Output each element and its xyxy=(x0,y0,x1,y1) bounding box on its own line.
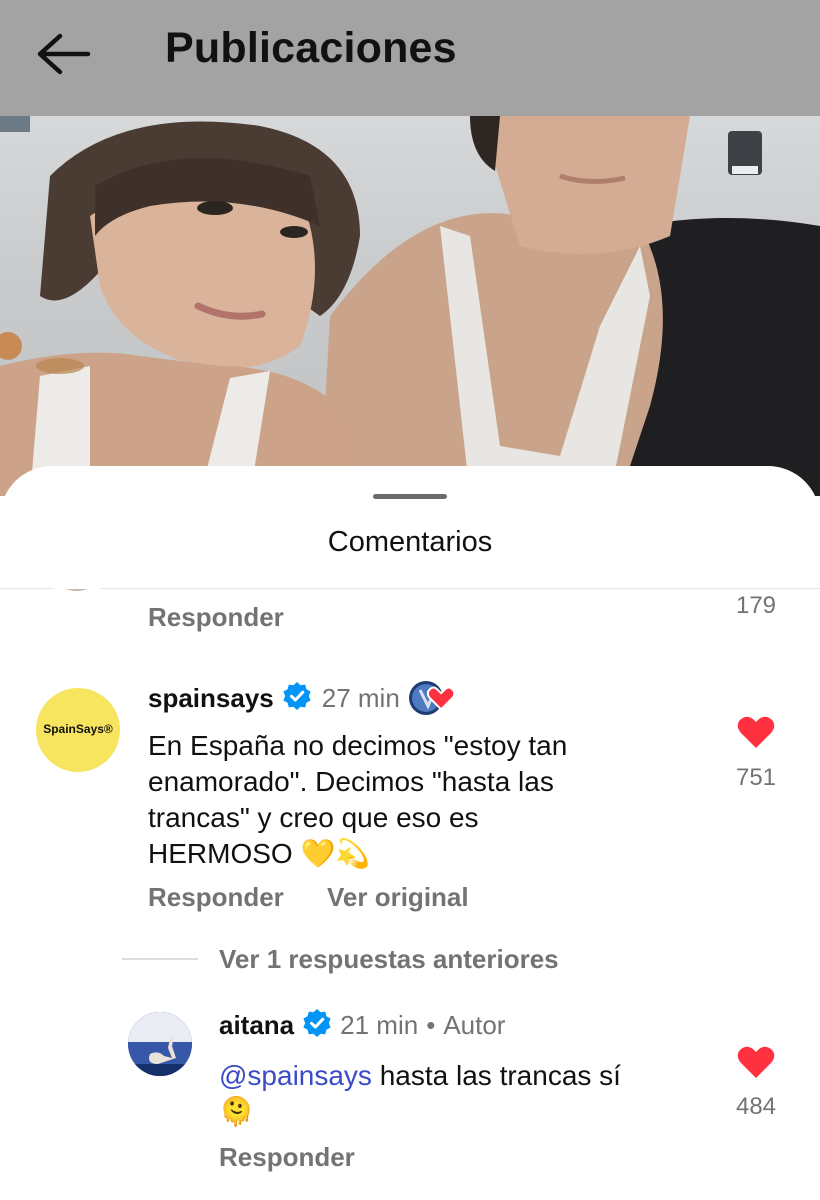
heart-filled-icon[interactable] xyxy=(736,714,776,750)
reply-button[interactable]: Responder xyxy=(219,1142,355,1173)
avatar[interactable] xyxy=(128,1012,192,1076)
drag-handle[interactable] xyxy=(373,494,447,499)
separator: • xyxy=(426,1010,436,1040)
view-replies-button[interactable]: Ver 1 respuestas anteriores xyxy=(219,944,559,975)
arrow-left-icon[interactable] xyxy=(34,30,94,78)
author-label: Autor xyxy=(443,1010,506,1040)
verified-badge-icon xyxy=(282,681,312,716)
like-count: 179 xyxy=(735,592,777,619)
divider xyxy=(0,588,820,589)
heart-filled-icon[interactable] xyxy=(736,1044,776,1080)
timestamp: 27 min xyxy=(321,682,400,713)
comments-sheet: Comentarios Responder 179 SpainSays® spa… xyxy=(0,466,820,1200)
comment-meta: spainsays 27 min xyxy=(148,680,458,716)
comments-title: Comentarios xyxy=(327,526,493,558)
mention-link[interactable]: @spainsays xyxy=(219,1060,372,1091)
reply-button[interactable]: Responder xyxy=(148,602,284,633)
username[interactable]: aitana xyxy=(219,1010,294,1041)
see-original-button[interactable]: Ver original xyxy=(327,882,469,913)
reply-emoji: 🫠 xyxy=(219,1096,254,1127)
avatar[interactable]: SpainSays® xyxy=(36,688,120,772)
comment-text: En España no decimos "estoy tan enamorad… xyxy=(148,728,688,872)
reply-text: @spainsays hasta las trancas sí 🫠 xyxy=(219,1058,699,1130)
avatar[interactable] xyxy=(46,562,108,598)
reply-button[interactable]: Responder xyxy=(148,882,284,913)
verified-badge-icon xyxy=(302,1008,332,1043)
like-count: 751 xyxy=(735,764,777,791)
author-liked-icon xyxy=(408,680,458,716)
like-count: 484 xyxy=(735,1093,777,1120)
avatar-logo-text: SpainSays® xyxy=(43,722,113,736)
timestamp: 21 min xyxy=(340,1010,419,1040)
comment-line: trancas" y creo que eso es xyxy=(148,802,479,833)
comment-line: enamorado". Decimos "hasta las xyxy=(148,766,554,797)
reply-meta: aitana 21 min • Autor xyxy=(219,1008,505,1043)
comment-line: En España no decimos "estoy tan xyxy=(148,730,568,761)
replies-line xyxy=(122,958,198,960)
page-title: Publicaciones xyxy=(165,24,457,72)
post-image xyxy=(0,116,820,496)
username[interactable]: spainsays xyxy=(148,683,274,714)
reply-body: hasta las trancas sí xyxy=(371,1060,621,1091)
top-bar: Publicaciones xyxy=(0,0,820,116)
comment-line: HERMOSO 💛💫 xyxy=(148,838,371,869)
